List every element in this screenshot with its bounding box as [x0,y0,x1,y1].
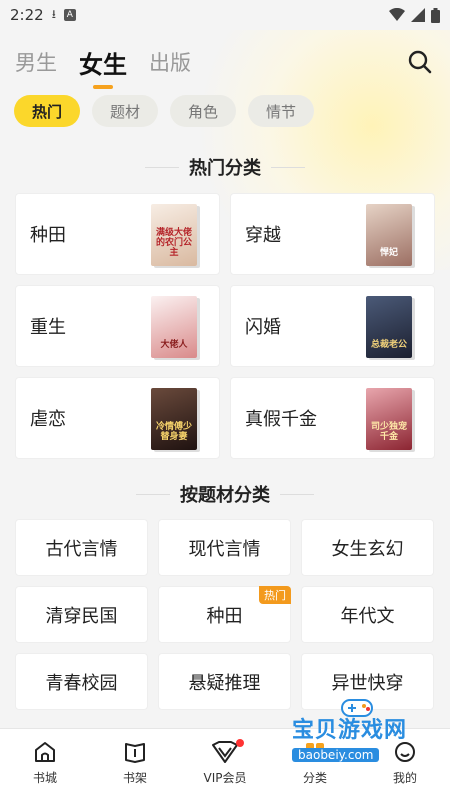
tab-female[interactable]: 女生 [79,45,127,80]
chip-plot[interactable]: 情节 [248,95,315,127]
theme-section-title: 按题材分类 [0,481,450,507]
book-cover-image: 总裁老公 [366,296,412,358]
app-notification-icon: A [63,9,76,21]
status-time: 2:22 [10,6,44,24]
bookshelf-icon [125,743,145,763]
download-icon: ⭳ [51,6,56,21]
theme-section-title-text: 按题材分类 [180,485,270,506]
search-icon [408,50,432,74]
theme-item-label: 青春校园 [45,672,118,694]
bottom-nav-label: 书城 [32,771,57,785]
book-cover-image: 司少独宠千金 [366,388,412,450]
bottom-nav-category[interactable]: 分类 [270,739,360,786]
hot-card-label: 虐恋 [30,409,66,430]
theme-item[interactable]: 清穿民国 [15,586,148,643]
theme-item[interactable]: 古代言情 [15,519,148,576]
hot-card-label: 真假千金 [245,409,317,430]
theme-item[interactable]: 悬疑推理 [158,653,291,710]
battery-icon [431,7,440,23]
bottom-nav-label: 我的 [392,771,417,785]
theme-item[interactable]: 异世快穿 [301,653,434,710]
hot-card-label: 闪婚 [245,317,281,338]
search-button[interactable] [405,47,435,77]
chip-role[interactable]: 角色 [170,95,237,127]
theme-item-label: 异世快穿 [331,672,404,694]
hot-card-label: 穿越 [245,225,281,246]
hot-card-time-travel[interactable]: 穿越 悍妃 [230,193,435,275]
hot-section-title: 热门分类 [0,154,450,180]
theme-item[interactable]: 种田 热门 [158,586,291,643]
theme-item-label: 种田 [206,605,243,627]
book-cover-title: 满级大佬的农门公主 [155,228,192,258]
book-cover-title: 大佬人 [160,340,188,350]
book-cover-title: 司少独宠千金 [370,422,407,442]
bottom-nav-vip[interactable]: VIP会员 [180,739,270,786]
theme-item[interactable]: 青春校园 [15,653,148,710]
hot-card-flash-marriage[interactable]: 闪婚 总裁老公 [230,285,435,367]
bottom-nav-bookshelf[interactable]: 书架 [90,739,180,786]
book-cover-image: 大佬人 [151,296,197,358]
hot-card-true-false-heiress[interactable]: 真假千金 司少独宠千金 [230,377,435,459]
notification-dot [236,739,244,747]
book-cover-image: 满级大佬的农门公主 [151,204,197,266]
hot-category-grid: 种田 满级大佬的农门公主 穿越 悍妃 重生 大佬人 闪婚 总裁老公 虐恋 冷情傅… [15,193,435,459]
top-nav: 男生 女生 出版 [15,40,435,84]
hot-card-farming[interactable]: 种田 满级大佬的农门公主 [15,193,220,275]
bottom-nav: 书城 书架 VIP会员 分类 我的 [0,728,450,800]
chip-theme[interactable]: 题材 [92,95,159,127]
theme-item-label: 女生玄幻 [331,538,404,560]
theme-item-label: 现代言情 [188,538,261,560]
bottom-nav-bookstore[interactable]: 书城 [0,739,90,786]
hot-badge: 热门 [259,586,291,604]
book-cover-title: 总裁老公 [370,340,407,350]
theme-item-label: 古代言情 [45,538,118,560]
tab-publish[interactable]: 出版 [149,47,191,77]
bottom-nav-label: 分类 [302,771,327,785]
hot-card-angst-romance[interactable]: 虐恋 冷情傅少替身妻 [15,377,220,459]
tab-male[interactable]: 男生 [15,47,57,77]
theme-item[interactable]: 女生玄幻 [301,519,434,576]
theme-item-label: 悬疑推理 [188,672,261,694]
bottom-nav-label: VIP会员 [203,771,247,785]
hot-card-rebirth[interactable]: 重生 大佬人 [15,285,220,367]
book-cover-title: 冷情傅少替身妻 [155,422,192,442]
bottom-nav-profile[interactable]: 我的 [360,739,450,786]
theme-category-grid: 古代言情 现代言情 女生玄幻 清穿民国 种田 热门 年代文 青春校园 悬疑推理 … [15,519,435,710]
status-bar: 2:22 ⭳ A [0,0,450,30]
book-cover-title: 悍妃 [379,248,398,258]
hot-card-label: 重生 [30,317,66,338]
theme-item[interactable]: 现代言情 [158,519,291,576]
filter-chip-row: 热门 题材 角色 情节 [14,95,315,127]
hot-card-label: 种田 [30,225,66,246]
book-cover-image: 冷情傅少替身妻 [151,388,197,450]
wifi-icon [389,8,405,21]
profile-icon [395,742,415,762]
chip-hot[interactable]: 热门 [14,95,81,127]
theme-item-label: 清穿民国 [45,605,118,627]
theme-item[interactable]: 年代文 [301,586,434,643]
home-icon [35,742,55,762]
hot-section-title-text: 热门分类 [189,158,261,179]
bottom-nav-label: 书架 [122,771,147,785]
category-icon [306,743,324,761]
theme-item-label: 年代文 [340,605,395,627]
signal-icon [411,8,425,22]
book-cover-image: 悍妃 [366,204,412,266]
